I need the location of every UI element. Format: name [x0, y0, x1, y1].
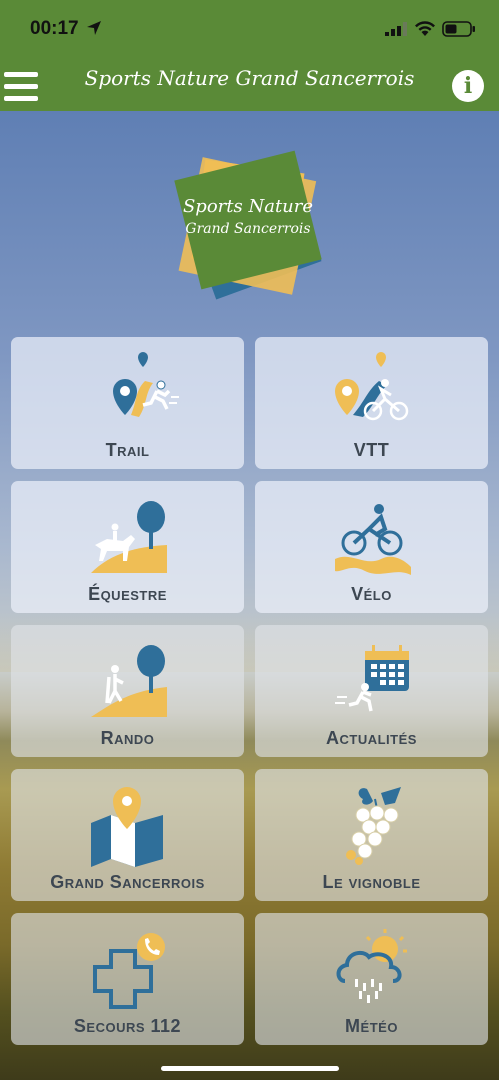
logo-line-2: Grand Sancerrois	[185, 221, 311, 237]
tile-velo[interactable]: Vélo	[255, 481, 488, 613]
location-arrow-icon	[87, 21, 101, 35]
map-pin-icon	[91, 787, 163, 867]
tile-vtt[interactable]: VTT	[255, 337, 488, 469]
tile-label: Équestre	[88, 584, 167, 604]
tile-le-vignoble[interactable]: Le vignoble	[255, 769, 488, 901]
tile-grand-sancerrois[interactable]: Grand Sancerrois	[11, 769, 244, 901]
tile-label: Le vignoble	[322, 872, 421, 892]
cyclist-icon	[335, 504, 411, 575]
tile-meteo[interactable]: Météo	[255, 913, 488, 1045]
hamburger-icon-bar	[4, 96, 38, 101]
tile-equestre[interactable]: Équestre	[11, 481, 244, 613]
tile-label: Trail	[105, 440, 150, 460]
tile-label: Vélo	[351, 584, 392, 604]
tile-label: Rando	[100, 728, 155, 748]
hiker-icon	[91, 645, 167, 717]
medical-cross-phone-icon	[93, 933, 165, 1009]
status-bar: 00:17	[0, 0, 499, 62]
tile-label: Secours 112	[73, 1016, 182, 1036]
tile-label: Actualités	[326, 728, 417, 748]
tile-label: Météo	[345, 1016, 398, 1036]
logo-line-1: Sports Nature	[182, 196, 314, 217]
cellular-signal-icon	[385, 22, 407, 36]
logo-text: Sports Nature Grand Sancerrois	[160, 196, 336, 237]
grapes-icon	[346, 787, 401, 865]
horse-rider-icon	[91, 501, 167, 573]
home-indicator[interactable]	[161, 1066, 339, 1071]
calendar-runner-icon	[335, 645, 409, 712]
tile-label: Grand Sancerrois	[50, 872, 205, 892]
app-header: Sports Nature Grand Sancerrois i	[0, 56, 499, 111]
app-logo: Sports Nature Grand Sancerrois	[160, 138, 336, 308]
status-time: 00:17	[30, 18, 79, 39]
wifi-icon	[415, 21, 435, 36]
tile-rando[interactable]: Rando	[11, 625, 244, 757]
battery-icon	[442, 21, 475, 37]
app-title: Sports Nature Grand Sancerrois	[84, 66, 415, 90]
info-button[interactable]: i	[452, 70, 484, 102]
weather-cloud-icon	[336, 929, 407, 1003]
mountain-bike-icon	[335, 352, 409, 421]
tile-trail[interactable]: Trail	[11, 337, 244, 469]
tile-secours-112[interactable]: Secours 112	[11, 913, 244, 1045]
tile-actualites[interactable]: Actualités	[255, 625, 488, 757]
trail-runner-icon	[113, 352, 179, 417]
tile-label: VTT	[353, 440, 390, 460]
